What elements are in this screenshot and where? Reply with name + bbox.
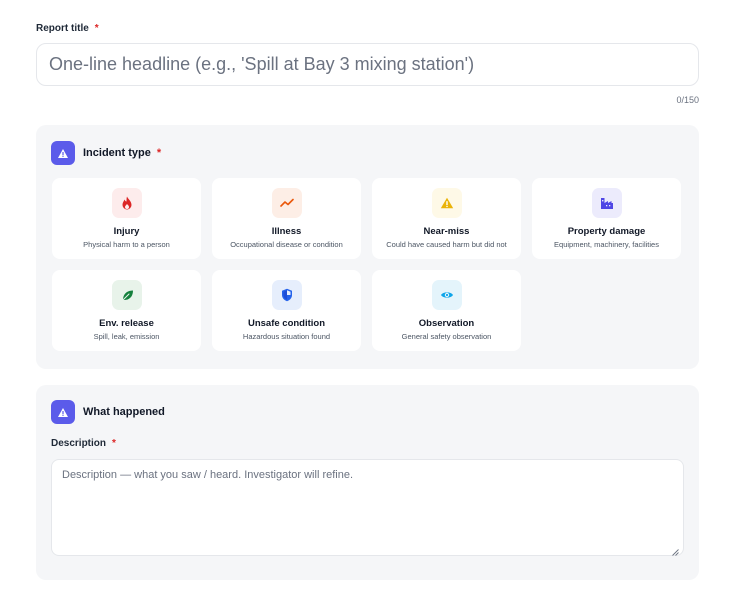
incident-option-description: Could have caused harm but did not (386, 240, 507, 249)
factory-icon (592, 188, 622, 218)
incident-option-description: Physical harm to a person (83, 240, 170, 249)
required-asterisk: * (94, 23, 99, 34)
incident-option-description: Occupational disease or condition (230, 240, 343, 249)
resize-handle-icon[interactable] (671, 548, 679, 556)
incident-option-label: Illness (271, 226, 302, 237)
report-title-label-text: Report title (36, 23, 89, 34)
incident-option-label: Near-miss (423, 226, 470, 237)
incident-option-env-release[interactable]: Env. release Spill, leak, emission (52, 270, 201, 351)
report-title-label: Report title * (36, 23, 99, 34)
incident-option-description: Hazardous situation found (242, 332, 331, 341)
required-asterisk: * (156, 147, 162, 159)
incident-option-unsafe-condition[interactable]: Unsafe condition Hazardous situation fou… (212, 270, 361, 351)
incident-option-observation[interactable]: Observation General safety observation (372, 270, 521, 351)
incident-type-header: Incident type * (51, 141, 161, 165)
incident-option-label: Injury (113, 226, 140, 237)
incident-option-description: General safety observation (401, 332, 492, 341)
description-textarea[interactable] (51, 459, 684, 556)
what-happened-title: What happened (83, 406, 165, 418)
what-happened-header: What happened (51, 400, 165, 424)
incident-option-label: Unsafe condition (247, 318, 326, 329)
trend-line-icon (272, 188, 302, 218)
description-label: Description * (51, 438, 116, 449)
incident-option-injury[interactable]: Injury Physical harm to a person (52, 178, 201, 259)
incident-option-label: Observation (418, 318, 475, 329)
incident-option-near-miss[interactable]: Near-miss Could have caused harm but did… (372, 178, 521, 259)
title-char-counter: 0/150 (676, 95, 699, 105)
what-happened-section: What happened Description * (36, 385, 699, 580)
required-asterisk: * (112, 438, 116, 449)
eye-icon (432, 280, 462, 310)
incident-option-label: Property damage (567, 226, 646, 237)
warning-triangle-icon (51, 141, 75, 165)
incident-type-title: Incident type (83, 147, 151, 159)
description-label-text: Description (51, 438, 107, 449)
incident-option-property-damage[interactable]: Property damage Equipment, machinery, fa… (532, 178, 681, 259)
incident-option-description: Spill, leak, emission (93, 332, 160, 341)
leaf-icon (112, 280, 142, 310)
incident-option-label: Env. release (99, 318, 154, 329)
warning-triangle-icon (51, 400, 75, 424)
report-title-input[interactable] (36, 43, 699, 86)
incident-option-description: Equipment, machinery, facilities (554, 240, 659, 249)
shield-icon (272, 280, 302, 310)
warning-triangle-icon (432, 188, 462, 218)
flame-icon (112, 188, 142, 218)
incident-type-section: Incident type * Injury Physical harm to … (36, 125, 699, 369)
incident-option-illness[interactable]: Illness Occupational disease or conditio… (212, 178, 361, 259)
